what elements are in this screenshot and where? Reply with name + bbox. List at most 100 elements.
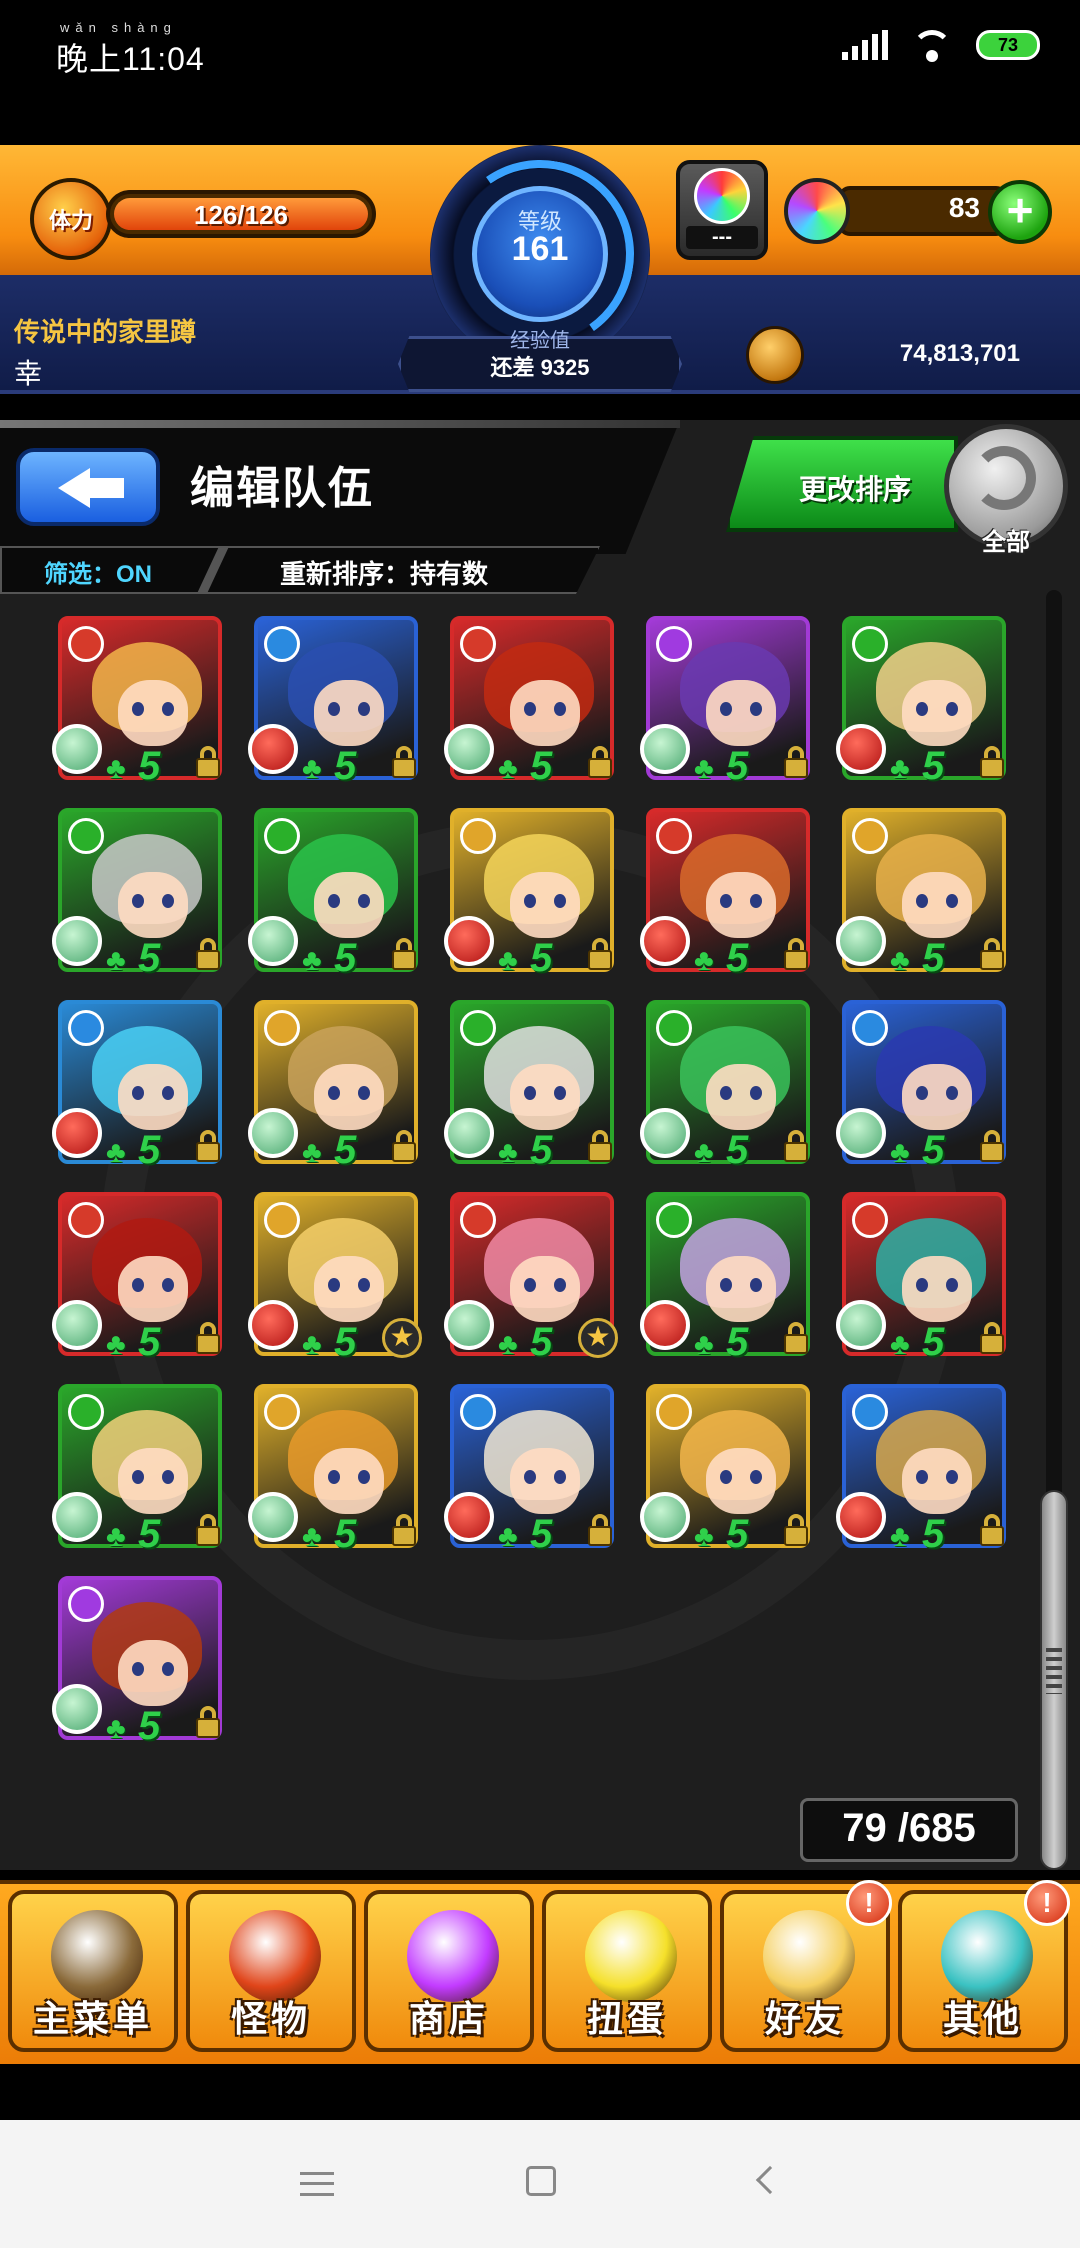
element-icon xyxy=(68,1202,104,1238)
fruit-badge-icon xyxy=(836,724,886,774)
monster-card[interactable]: ♣ 5 xyxy=(248,1384,418,1556)
monster-card[interactable]: ♣ 5 xyxy=(52,1192,222,1364)
lotus-badge-icon xyxy=(836,1300,886,1350)
exp-label: 经验值 xyxy=(510,330,570,352)
card-level: 5 xyxy=(334,1320,357,1364)
stamina-value: 126/126 xyxy=(194,200,288,230)
lock-icon xyxy=(194,1322,222,1354)
monster-card[interactable]: ♣ 5 xyxy=(836,616,1006,788)
element-icon xyxy=(68,1394,104,1430)
castle-gate-icon xyxy=(51,1910,143,2002)
monster-card[interactable]: ♣ 5 xyxy=(52,1576,222,1748)
card-level: 5 xyxy=(922,936,945,980)
monster-card[interactable]: ♣ 5 xyxy=(836,1384,1006,1556)
coin-icon xyxy=(746,326,804,384)
lotus-badge-icon xyxy=(52,1300,102,1350)
lotus-badge-icon xyxy=(52,1492,102,1542)
monster-card[interactable]: ♣ 5 ★ xyxy=(444,1192,618,1364)
fruit-badge-icon xyxy=(248,724,298,774)
card-level: 5 xyxy=(530,744,553,788)
all-toggle-label: 全部 xyxy=(982,529,1030,556)
monster-card[interactable]: ♣ 5 xyxy=(248,616,418,788)
monster-card[interactable]: ♣ 5 xyxy=(248,808,418,980)
monster-card[interactable]: ♣ 5 ★ xyxy=(248,1192,422,1364)
card-level: 5 xyxy=(138,1320,161,1364)
clover-icon: ♣ xyxy=(890,1328,910,1361)
monster-card[interactable]: ♣ 5 xyxy=(444,1384,614,1556)
lock-icon xyxy=(782,1514,810,1546)
clover-icon: ♣ xyxy=(890,1520,910,1553)
monster-card[interactable]: ♣ 5 xyxy=(640,616,810,788)
signal-icon xyxy=(842,30,888,60)
element-icon xyxy=(460,1202,496,1238)
monster-card[interactable]: ♣ 5 xyxy=(52,1000,222,1172)
element-icon xyxy=(68,1010,104,1046)
menu-button-2[interactable]: 怪物 xyxy=(186,1890,356,2052)
lock-icon xyxy=(194,1514,222,1546)
menu-button-1[interactable]: 主菜单 xyxy=(8,1890,178,2052)
clover-icon: ♣ xyxy=(302,1328,322,1361)
add-orbs-button[interactable]: + xyxy=(988,180,1052,244)
clover-icon: ♣ xyxy=(694,1328,714,1361)
clover-icon: ♣ xyxy=(694,944,714,977)
monster-card[interactable]: ♣ 5 xyxy=(640,808,810,980)
monster-card[interactable]: ♣ 5 xyxy=(836,1000,1006,1172)
monster-card[interactable]: ♣ 5 xyxy=(248,1000,418,1172)
monster-card[interactable]: ♣ 5 xyxy=(444,808,614,980)
home-icon[interactable] xyxy=(526,2166,556,2196)
clover-icon: ♣ xyxy=(106,1712,126,1745)
fruit-badge-icon xyxy=(836,1492,886,1542)
element-icon xyxy=(264,1394,300,1430)
stamina-bar: 126/126 xyxy=(106,190,376,238)
monster-card[interactable]: ♣ 5 xyxy=(52,616,222,788)
refresh-icon xyxy=(972,446,1036,510)
orb-count: 83 xyxy=(948,192,980,223)
clover-icon: ♣ xyxy=(106,1328,126,1361)
filter-toggle[interactable]: 筛选：ON xyxy=(44,554,152,589)
lotus-badge-icon xyxy=(444,1300,494,1350)
lock-icon xyxy=(390,938,418,970)
monster-card[interactable]: ♣ 5 xyxy=(640,1384,810,1556)
card-level: 5 xyxy=(726,936,749,980)
lock-icon xyxy=(782,1130,810,1162)
status-bar: wǎn shàng 晚上11:04 73 xyxy=(0,0,1080,100)
monster-card[interactable]: ♣ 5 xyxy=(444,1000,614,1172)
card-level: 5 xyxy=(138,744,161,788)
lotus-badge-icon xyxy=(444,724,494,774)
card-level: 5 xyxy=(530,936,553,980)
element-icon xyxy=(852,1202,888,1238)
monster-card[interactable]: ♣ 5 xyxy=(444,616,614,788)
monster-count: 79 /685 xyxy=(842,1806,976,1850)
lock-icon xyxy=(586,1514,614,1546)
battery-icon: 73 xyxy=(976,30,1040,60)
monster-card[interactable]: ♣ 5 xyxy=(640,1000,810,1172)
menu-button-6[interactable]: 其他! xyxy=(898,1880,1070,2052)
menu-button-3[interactable]: 商店 xyxy=(364,1890,534,2052)
lotus-badge-icon xyxy=(52,916,102,966)
element-icon xyxy=(852,1394,888,1430)
stamina-icon: 体力 xyxy=(30,178,112,260)
clover-icon: ♣ xyxy=(498,1136,518,1169)
monster-card[interactable]: ♣ 5 xyxy=(52,1384,222,1556)
clover-icon: ♣ xyxy=(498,1328,518,1361)
element-icon xyxy=(68,818,104,854)
lock-icon xyxy=(586,1130,614,1162)
card-level: 5 xyxy=(138,1704,161,1748)
lock-icon xyxy=(390,746,418,778)
menu-label: 好友 xyxy=(764,1998,845,2039)
monster-card[interactable]: ♣ 5 xyxy=(52,808,222,980)
card-level: 5 xyxy=(922,1128,945,1172)
lotus-badge-icon xyxy=(836,1108,886,1158)
resort-order[interactable]: 重新排序：持有数 xyxy=(280,554,488,591)
monster-card[interactable]: ♣ 5 xyxy=(640,1192,810,1364)
card-level: 5 xyxy=(726,744,749,788)
card-level: 5 xyxy=(334,1512,357,1556)
coin-value: 74,813,701 xyxy=(899,340,1020,367)
menu-button-5[interactable]: 好友! xyxy=(720,1880,892,2052)
menu-button-4[interactable]: 扭蛋 xyxy=(542,1890,712,2052)
card-level: 5 xyxy=(138,936,161,980)
recent-apps-icon[interactable] xyxy=(300,2172,334,2196)
monster-card[interactable]: ♣ 5 xyxy=(836,808,1006,980)
monster-card[interactable]: ♣ 5 xyxy=(836,1192,1006,1364)
status-time-pinyin: wǎn shàng xyxy=(60,20,177,35)
